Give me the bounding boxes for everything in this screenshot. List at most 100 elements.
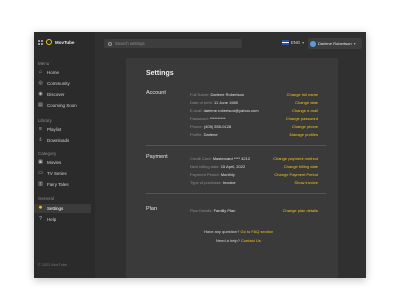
sidebar-item-fairy-tales[interactable]: ▥ Fairy Tales <box>38 180 95 189</box>
divider <box>146 145 326 146</box>
apps-grid-icon[interactable] <box>38 39 43 45</box>
sidebar-item-movies[interactable]: ▣ Movies <box>38 158 95 167</box>
payment-row-period: Payment Period: Monthly <box>190 172 235 177</box>
row-value: Invoice <box>222 180 236 185</box>
change-payment-method-link[interactable]: Change payment method <box>273 156 318 161</box>
user-menu[interactable]: Darlene Robertson ▾ <box>308 38 362 49</box>
sidebar-item-tv-series[interactable]: ▭ TV Series <box>38 169 95 178</box>
change-plan-details-link[interactable]: Change plan details <box>283 208 318 213</box>
discover-icon: ◉ <box>38 91 43 97</box>
row-value: Monthly <box>220 172 235 177</box>
app-name[interactable]: MovTube <box>55 40 74 45</box>
sidebar-item-label: Settings <box>47 206 64 211</box>
menu-group-title: Menu <box>38 61 50 66</box>
page-title: Settings <box>146 70 174 77</box>
faq-link[interactable]: Go to FAQ section <box>240 229 273 234</box>
sidebar-item-label: Downloads <box>47 138 70 143</box>
category-group-title: Category <box>38 151 57 156</box>
row-label: Plan Details: <box>190 208 213 213</box>
sidebar-item-settings[interactable]: ✹ Settings <box>34 204 91 213</box>
library-group-title: Library <box>38 118 52 123</box>
row-label: E-mail: <box>190 108 203 113</box>
row-label: Type of purchase: <box>190 180 222 185</box>
row-label: Password: <box>190 116 209 121</box>
book-icon: ▥ <box>38 181 43 187</box>
uk-flag-icon <box>282 40 289 45</box>
sidebar-item-label: Help <box>47 217 57 222</box>
sidebar-item-label: Discover <box>47 92 65 97</box>
brand: MovTube <box>38 39 74 45</box>
divider <box>146 193 326 194</box>
tv-icon: ▭ <box>38 170 43 176</box>
row-value: 11 June 1980 <box>214 100 238 105</box>
movie-icon: ▣ <box>38 159 43 165</box>
row-label: Date of birth: <box>190 100 213 105</box>
sidebar: MovTube Menu ⌂ Home ◎ Community ◉ Discov… <box>34 32 95 278</box>
account-row-phone: Phone: (405) 555-0128 <box>190 124 231 129</box>
gear-icon: ✹ <box>38 205 43 211</box>
row-value: Familly Plan <box>213 208 236 213</box>
sidebar-item-label: Community <box>47 81 70 86</box>
faq-text: Have any question? <box>204 229 240 234</box>
row-value: 15 April, 2022 <box>220 164 246 169</box>
help-text: Need a help? <box>216 238 240 243</box>
contact-us-link[interactable]: Contact Us <box>241 238 261 243</box>
account-row-full-name: Full Name: Darlene Robertson <box>190 92 244 97</box>
row-label: Phone: <box>190 124 203 129</box>
app-window: MovTube Menu ⌂ Home ◎ Community ◉ Discov… <box>34 32 366 278</box>
user-name: Darlene Robertson <box>318 41 352 46</box>
search-input[interactable] <box>115 41 225 46</box>
account-row-profile: Profile: Darlene <box>190 132 218 137</box>
manage-profiles-link[interactable]: Manage profiles <box>290 132 318 137</box>
sidebar-item-label: Movies <box>47 160 62 165</box>
help-icon: ? <box>39 216 42 222</box>
row-label: Payment Period: <box>190 172 220 177</box>
chevron-down-icon: ▾ <box>302 40 305 45</box>
sidebar-item-home[interactable]: ⌂ Home <box>38 68 95 77</box>
sidebar-item-discover[interactable]: ◉ Discover <box>38 90 95 99</box>
search-icon <box>108 41 112 46</box>
community-icon: ◎ <box>38 80 43 86</box>
payment-row-credit-card: Credit Card: Mastercard **** 4212 <box>190 156 250 161</box>
row-label: Profile: <box>190 132 203 137</box>
row-value: Darlene Robertson <box>210 92 245 97</box>
sidebar-item-coming-soon[interactable]: ▤ Cooming Soon <box>38 101 95 110</box>
general-group-title: General <box>38 196 55 201</box>
change-full-name-link[interactable]: Change full name <box>287 92 318 97</box>
change-password-link[interactable]: Change password <box>286 116 318 121</box>
account-row-email: E-mail: darlene.robertson@yahoo.com <box>190 108 259 113</box>
logo-icon <box>46 39 52 45</box>
change-billing-date-link[interactable]: Change billing date <box>284 164 318 169</box>
payment-row-purchase-type: Type of purchase: Invoice <box>190 180 236 185</box>
change-payment-period-link[interactable]: Change Payment Period <box>274 172 318 177</box>
sidebar-item-label: Cooming Soon <box>47 103 77 108</box>
search-bar[interactable] <box>104 39 242 48</box>
row-value: Darlene <box>203 132 218 137</box>
sidebar-item-label: Fairy Tales <box>47 182 69 187</box>
row-value: ********** <box>209 116 226 121</box>
sidebar-item-label: Playlist <box>47 127 62 132</box>
show-invoice-link[interactable]: Show invoice <box>294 180 318 185</box>
sidebar-item-label: Home <box>47 70 60 75</box>
change-email-link[interactable]: Change e-mail <box>292 108 318 113</box>
account-row-date-of-birth: Date of birth: 11 June 1980 <box>190 100 238 105</box>
sidebar-item-playlist[interactable]: ≡ Playlist <box>38 125 95 134</box>
help-line: Need a help? Contact Us <box>216 238 261 243</box>
row-value: (405) 555-0128 <box>203 124 232 129</box>
language-selector[interactable]: ENG ▾ <box>282 40 304 45</box>
row-value: Mastercard **** 4212 <box>212 156 251 161</box>
download-icon: ⇩ <box>38 137 43 143</box>
sidebar-item-help[interactable]: ? Help <box>38 215 95 224</box>
change-date-link[interactable]: Change date <box>295 100 318 105</box>
sidebar-item-downloads[interactable]: ⇩ Downloads <box>38 136 95 145</box>
language-label: ENG <box>291 40 301 45</box>
change-phone-link[interactable]: Change phone <box>292 124 318 129</box>
row-label: Next billing date: <box>190 164 220 169</box>
sidebar-item-community[interactable]: ◎ Community <box>38 79 95 88</box>
account-row-password: Password: ********** <box>190 116 225 121</box>
row-value: darlene.robertson@yahoo.com <box>203 108 259 113</box>
copyright: © 2022 MovTube <box>38 263 68 267</box>
plan-row-details: Plan Details: Familly Plan <box>190 208 235 213</box>
settings-panel: Settings Account Full Name: Darlene Robe… <box>126 58 338 278</box>
calendar-icon: ▤ <box>38 102 43 108</box>
